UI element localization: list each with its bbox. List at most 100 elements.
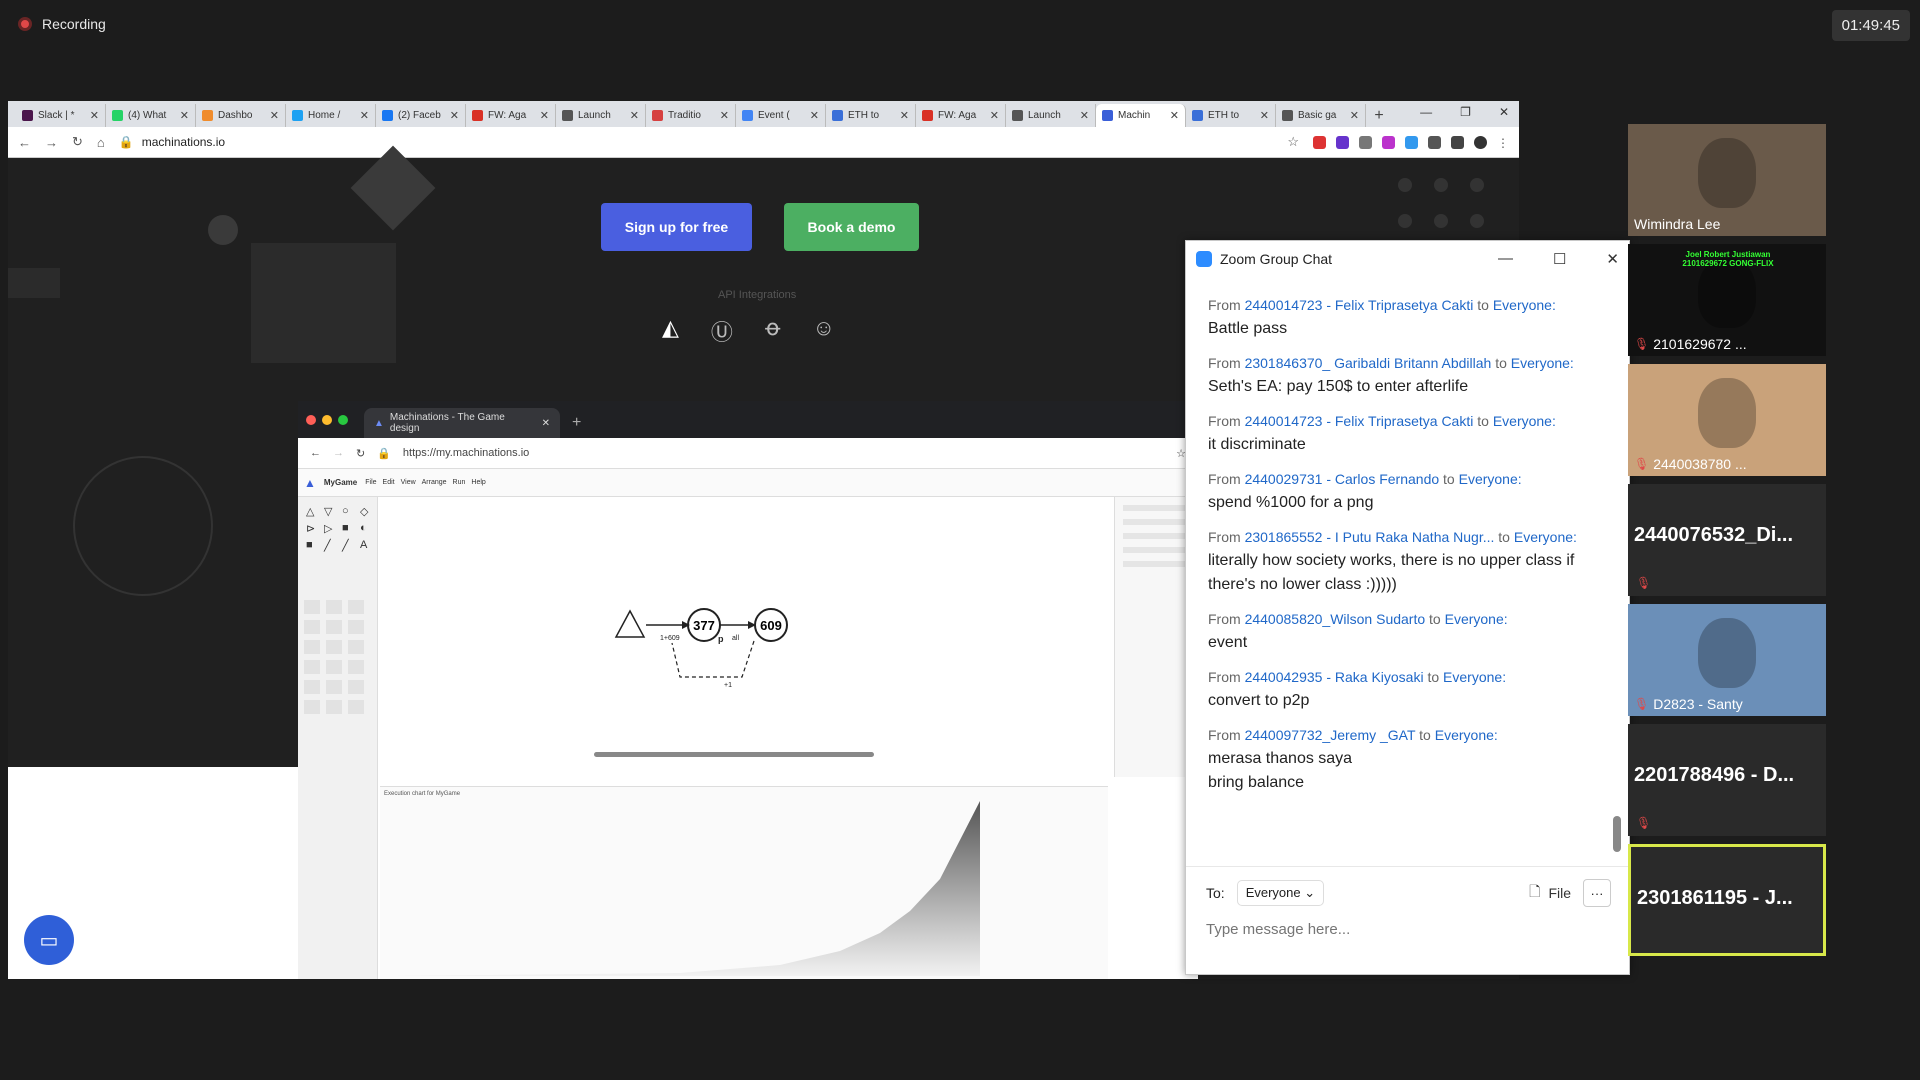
recipient-dropdown[interactable]: Everyone ⌄ — [1236, 880, 1325, 906]
extension-icon[interactable] — [1336, 135, 1349, 149]
chat-message-header: From 2440029731 - Carlos Fernando to Eve… — [1208, 471, 1616, 487]
chat-message: From 2440014723 - Felix Triprasetya Cakt… — [1208, 413, 1616, 457]
tab-close-icon[interactable]: ✕ — [720, 109, 729, 122]
participant-tile[interactable]: 🎙 D2823 - Santy — [1628, 604, 1826, 716]
sender-name[interactable]: 2440085820_Wilson Sudarto — [1245, 611, 1426, 627]
participant-gallery: Wimindra Lee Joel Robert Justiawan 210162… — [1628, 124, 1826, 964]
tab-close-icon[interactable]: ✕ — [900, 109, 909, 122]
tab-close-icon[interactable]: ✕ — [360, 109, 369, 122]
browser-tab[interactable]: (4) What ✕ — [106, 104, 196, 127]
tab-favicon-icon — [832, 110, 843, 121]
maximize-icon[interactable]: ☐ — [1553, 250, 1566, 268]
recipient-name[interactable]: Everyone: — [1493, 413, 1556, 429]
menu-kebab-icon[interactable]: ⋮ — [1497, 136, 1509, 150]
reload-icon[interactable]: ↻ — [72, 134, 83, 150]
adblock-icon[interactable] — [1313, 135, 1326, 149]
from-label: From — [1208, 413, 1241, 429]
tab-close-icon[interactable]: ✕ — [810, 109, 819, 122]
extension-icon[interactable] — [1359, 135, 1372, 149]
recipient-name[interactable]: Everyone: — [1435, 727, 1498, 743]
url-field[interactable]: 🔒 machinations.io — [119, 135, 1274, 149]
minimize-icon[interactable]: — — [1420, 105, 1432, 119]
participant-tile[interactable]: Wimindra Lee — [1628, 124, 1826, 236]
sender-name[interactable]: 2301846370_ Garibaldi Britann Abdillah — [1245, 355, 1492, 371]
participant-tile[interactable]: 2201788496 - D... 🎙 — [1628, 724, 1826, 836]
chat-scrollbar[interactable] — [1613, 816, 1621, 852]
recipient-name[interactable]: Everyone: — [1514, 529, 1577, 545]
browser-tab[interactable]: Home / ✕ — [286, 104, 376, 127]
message-input[interactable] — [1206, 921, 1606, 938]
browser-tab[interactable]: Slack | * ✕ — [16, 104, 106, 127]
chat-message-header: From 2301846370_ Garibaldi Britann Abdil… — [1208, 355, 1616, 371]
recipient-name[interactable]: Everyone: — [1443, 669, 1506, 685]
tab-close-icon[interactable]: ✕ — [1080, 109, 1089, 122]
participant-tile[interactable]: 2301861195 - J... — [1628, 844, 1826, 956]
browser-tab[interactable]: Launch ✕ — [556, 104, 646, 127]
profile-avatar[interactable] — [1474, 135, 1487, 149]
browser-tab[interactable]: FW: Aga ✕ — [916, 104, 1006, 127]
participant-tile[interactable]: 🎙 2440038780 ... — [1628, 364, 1826, 476]
forward-icon: → — [333, 447, 344, 459]
file-button[interactable]: 🗋 File — [1529, 881, 1571, 905]
sender-name[interactable]: 2440097732_Jeremy _GAT — [1245, 727, 1416, 743]
chat-message-list[interactable]: From 2440014723 - Felix Triprasetya Cakt… — [1186, 297, 1616, 809]
pool-shape-icon: △ — [306, 506, 315, 518]
converter-shape-icon: ⊳ — [306, 523, 316, 535]
extension-icon[interactable] — [1382, 135, 1395, 149]
tab-close-icon[interactable]: ✕ — [90, 109, 99, 122]
godot-icon[interactable]: ☺ — [812, 315, 834, 347]
bookmark-star-icon[interactable]: ☆ — [1287, 134, 1299, 150]
extension-icon[interactable] — [1405, 135, 1418, 149]
recipient-name[interactable]: Everyone: — [1445, 611, 1508, 627]
browser-tab[interactable]: ETH to ✕ — [1186, 104, 1276, 127]
browser-tab[interactable]: Basic ga ✕ — [1276, 104, 1366, 127]
browser-tab[interactable]: Machin ✕ — [1096, 104, 1186, 127]
recipient-name[interactable]: Everyone: — [1493, 297, 1556, 313]
from-label: From — [1208, 611, 1241, 627]
browser-tab[interactable]: FW: Aga ✕ — [466, 104, 556, 127]
sender-name[interactable]: 2440042935 - Raka Kiyosaki — [1245, 669, 1424, 685]
browser-tab[interactable]: Dashbo ✕ — [196, 104, 286, 127]
tab-close-icon[interactable]: ✕ — [630, 109, 639, 122]
app-menu-item: Help — [471, 479, 486, 486]
sender-name[interactable]: 2440014723 - Felix Triprasetya Cakti — [1245, 413, 1474, 429]
browser-tab[interactable]: Event (✕ — [736, 104, 826, 127]
back-icon[interactable]: ← — [18, 135, 31, 150]
sender-name[interactable]: 2440014723 - Felix Triprasetya Cakti — [1245, 297, 1474, 313]
tab-close-icon[interactable]: ✕ — [990, 109, 999, 122]
extension-icon[interactable] — [1428, 135, 1441, 149]
sender-name[interactable]: 2440029731 - Carlos Fernando — [1245, 471, 1440, 487]
book-demo-button[interactable]: Book a demo — [784, 203, 919, 251]
new-tab-button[interactable]: + — [1366, 104, 1392, 127]
participant-tile[interactable]: Joel Robert Justiawan 2101629672 GONG-FL… — [1628, 244, 1826, 356]
tab-close-icon[interactable]: ✕ — [270, 109, 279, 122]
browser-tab[interactable]: ETH to ✕ — [826, 104, 916, 127]
vr-icon[interactable]: ꝋ — [765, 315, 781, 347]
participant-tile[interactable]: 2440076532_Di... 🎙 — [1628, 484, 1826, 596]
close-icon[interactable]: ✕ — [1606, 250, 1619, 268]
puzzle-icon[interactable] — [1451, 135, 1464, 149]
home-icon[interactable]: ⌂ — [97, 135, 105, 150]
tab-close-icon[interactable]: ✕ — [1170, 109, 1179, 122]
unreal-icon[interactable]: Ⓤ — [711, 315, 733, 347]
tab-close-icon[interactable]: ✕ — [180, 109, 189, 122]
tab-favicon-icon — [1282, 110, 1293, 121]
forward-icon[interactable]: → — [45, 135, 58, 150]
more-options-button[interactable]: ··· — [1583, 879, 1611, 907]
browser-tab[interactable]: Launch ✕ — [1006, 104, 1096, 127]
tab-close-icon[interactable]: ✕ — [1350, 109, 1359, 122]
browser-tab[interactable]: Traditio ✕ — [646, 104, 736, 127]
close-icon[interactable]: ✕ — [1499, 105, 1509, 119]
recipient-name[interactable]: Everyone: — [1459, 471, 1522, 487]
unity-icon[interactable]: ◭ — [662, 315, 679, 347]
tab-close-icon[interactable]: ✕ — [450, 109, 459, 122]
sender-name[interactable]: 2301865552 - I Putu Raka Natha Nugr... — [1245, 529, 1495, 545]
chat-widget-icon[interactable]: ▭ — [24, 915, 74, 965]
restore-icon[interactable]: ❐ — [1460, 105, 1471, 119]
signup-button[interactable]: Sign up for free — [601, 203, 752, 251]
browser-tab[interactable]: (2) Faceb ✕ — [376, 104, 466, 127]
recipient-name[interactable]: Everyone: — [1511, 355, 1574, 371]
minimize-icon[interactable]: — — [1498, 250, 1513, 268]
tab-close-icon[interactable]: ✕ — [540, 109, 549, 122]
tab-close-icon[interactable]: ✕ — [1260, 109, 1269, 122]
